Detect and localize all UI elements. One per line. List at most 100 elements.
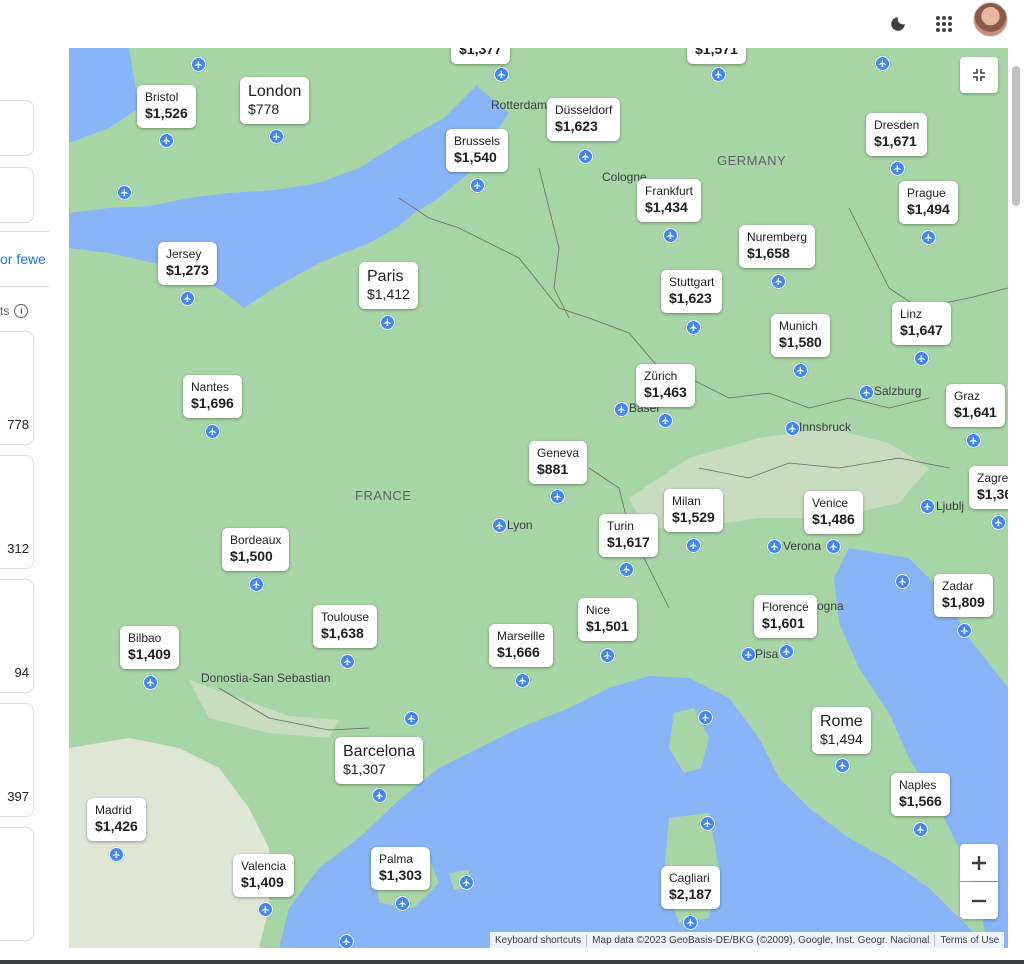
plane-icon[interactable] xyxy=(614,402,629,417)
plane-icon[interactable] xyxy=(515,673,530,688)
destination-pin[interactable]: $1,377 xyxy=(451,48,510,64)
plane-icon[interactable] xyxy=(269,129,284,144)
result-card[interactable] xyxy=(0,827,34,941)
plane-icon[interactable] xyxy=(741,647,756,662)
destination-pin-naples[interactable]: Naples $1,566 xyxy=(891,773,950,816)
plane-icon[interactable] xyxy=(340,654,355,669)
plane-icon[interactable] xyxy=(767,539,782,554)
scrollbar[interactable] xyxy=(1012,66,1020,206)
plane-icon[interactable] xyxy=(550,489,565,504)
plane-icon[interactable] xyxy=(920,499,935,514)
plane-icon[interactable] xyxy=(875,56,890,71)
plane-icon[interactable] xyxy=(143,675,158,690)
avatar[interactable] xyxy=(973,2,1008,37)
plane-icon[interactable] xyxy=(826,539,841,554)
plane-icon[interactable] xyxy=(785,421,800,436)
plane-icon[interactable] xyxy=(895,574,910,589)
grid-icon[interactable] xyxy=(926,6,962,42)
moon-icon[interactable] xyxy=(880,6,916,42)
plane-icon[interactable] xyxy=(966,433,981,448)
plane-icon[interactable] xyxy=(771,274,786,289)
destination-pin-zurich[interactable]: Zürich $1,463 xyxy=(636,364,695,407)
plane-icon[interactable] xyxy=(459,875,474,890)
terms-link[interactable]: Terms of Use xyxy=(935,935,1004,946)
plane-icon[interactable] xyxy=(205,424,220,439)
plane-icon[interactable] xyxy=(372,788,387,803)
destination-pin-marseille[interactable]: Marseille $1,666 xyxy=(489,624,554,667)
destination-pin-nice[interactable]: Nice $1,501 xyxy=(578,598,637,641)
plane-icon[interactable] xyxy=(109,847,124,862)
destination-pin-paris[interactable]: Paris $1,412 xyxy=(359,262,418,309)
plane-icon[interactable] xyxy=(913,822,928,837)
plane-icon[interactable] xyxy=(683,915,698,930)
destination-pin-dusseldorf[interactable]: Düsseldorf $1,623 xyxy=(547,98,621,141)
plane-icon[interactable] xyxy=(117,185,132,200)
destination-pin-valencia[interactable]: Valencia $1,409 xyxy=(233,854,295,897)
plane-icon[interactable] xyxy=(494,67,509,82)
plane-icon[interactable] xyxy=(619,562,634,577)
destination-pin-turin[interactable]: Turin $1,617 xyxy=(599,514,658,557)
info-icon[interactable]: i xyxy=(14,304,29,318)
result-card[interactable]: 778 xyxy=(0,331,34,445)
plane-icon[interactable] xyxy=(578,149,593,164)
field-box[interactable] xyxy=(0,100,34,156)
plane-icon[interactable] xyxy=(191,57,206,72)
plane-icon[interactable] xyxy=(258,902,273,917)
destination-pin-palma[interactable]: Palma $1,303 xyxy=(371,847,430,890)
zoom-in-button[interactable] xyxy=(960,844,998,881)
plane-icon[interactable] xyxy=(658,413,673,428)
destination-pin-geneva[interactable]: Geneva $881 xyxy=(529,441,588,484)
plane-icon[interactable] xyxy=(991,515,1006,530)
plane-icon[interactable] xyxy=(859,385,874,400)
destination-pin-linz[interactable]: Linz $1,647 xyxy=(892,302,951,345)
destination-pin-stuttgart[interactable]: Stuttgart $1,623 xyxy=(661,270,723,313)
destination-pin-barcelona[interactable]: Barcelona $1,307 xyxy=(335,737,424,784)
destination-pin-prague[interactable]: Prague $1,494 xyxy=(899,181,958,224)
destination-pin[interactable]: $1,571 xyxy=(687,48,746,64)
destination-pin-venice[interactable]: Venice $1,486 xyxy=(804,491,863,534)
plane-icon[interactable] xyxy=(180,291,195,306)
destination-pin-cagliari[interactable]: Cagliari $2,187 xyxy=(661,866,720,909)
destination-pin-florence[interactable]: Florence $1,601 xyxy=(754,595,817,638)
plane-icon[interactable] xyxy=(835,758,850,773)
destination-pin-munich[interactable]: Munich $1,580 xyxy=(771,314,830,357)
plane-icon[interactable] xyxy=(159,133,174,148)
collapse-icon[interactable] xyxy=(960,57,998,93)
destination-pin-nuremberg[interactable]: Nuremberg $1,658 xyxy=(739,225,816,268)
fewer-stops-link[interactable]: or fewe xyxy=(0,251,46,267)
plane-icon[interactable] xyxy=(663,228,678,243)
plane-icon[interactable] xyxy=(890,161,905,176)
plane-icon[interactable] xyxy=(492,518,507,533)
plane-icon[interactable] xyxy=(698,710,713,725)
destination-pin-zadar[interactable]: Zadar $1,809 xyxy=(934,574,993,617)
destination-pin-milan[interactable]: Milan $1,529 xyxy=(664,489,723,532)
zoom-out-button[interactable] xyxy=(960,882,998,919)
destination-pin-zagreb[interactable]: Zagre$1,36 xyxy=(969,466,1008,509)
result-card[interactable]: 94 xyxy=(0,579,34,693)
map[interactable]: Rotterdam Cologne GERMANY FRANCE Basel L… xyxy=(69,48,1008,948)
plane-icon[interactable] xyxy=(686,320,701,335)
destination-pin-bilbao[interactable]: Bilbao $1,409 xyxy=(120,626,179,669)
plane-icon[interactable] xyxy=(686,538,701,553)
destination-pin-jersey[interactable]: Jersey $1,273 xyxy=(158,242,217,285)
plane-icon[interactable] xyxy=(793,363,808,378)
plane-icon[interactable] xyxy=(249,577,264,592)
destination-pin-madrid[interactable]: Madrid $1,426 xyxy=(87,798,146,841)
destination-pin-frankfurt[interactable]: Frankfurt $1,434 xyxy=(637,179,702,222)
plane-icon[interactable] xyxy=(600,648,615,663)
plane-icon[interactable] xyxy=(779,644,794,659)
plane-icon[interactable] xyxy=(921,230,936,245)
destination-pin-nantes[interactable]: Nantes $1,696 xyxy=(183,375,242,418)
plane-icon[interactable] xyxy=(395,896,410,911)
plane-icon[interactable] xyxy=(404,711,419,726)
plane-icon[interactable] xyxy=(957,623,972,638)
destination-pin-dresden[interactable]: Dresden $1,671 xyxy=(866,113,928,156)
destination-pin-london[interactable]: London $778 xyxy=(240,77,310,124)
destination-pin-rome[interactable]: Rome $1,494 xyxy=(812,707,871,754)
plane-icon[interactable] xyxy=(339,934,354,948)
field-box[interactable] xyxy=(0,167,34,223)
plane-icon[interactable] xyxy=(380,315,395,330)
result-card[interactable]: 397 xyxy=(0,703,34,817)
destination-pin-bordeaux[interactable]: Bordeaux $1,500 xyxy=(222,528,290,571)
destination-pin-bristol[interactable]: Bristol $1,526 xyxy=(137,85,196,128)
